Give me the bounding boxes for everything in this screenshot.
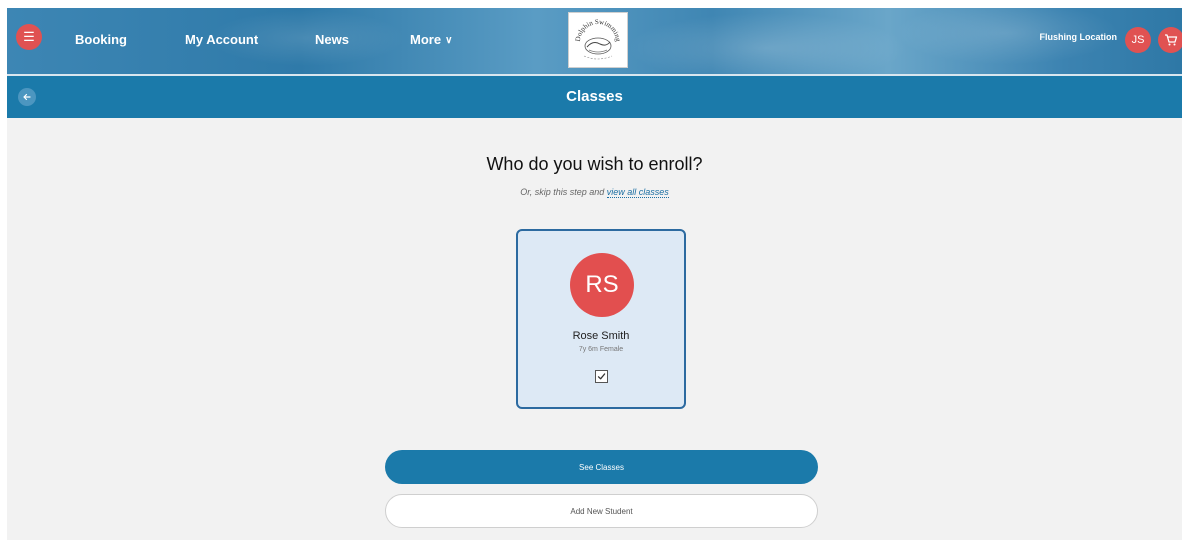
skip-text: Or, skip this step and view all classes <box>7 187 1182 198</box>
nav-news[interactable]: News <box>315 32 349 47</box>
cart-button[interactable] <box>1158 27 1182 53</box>
cart-icon <box>1165 34 1178 46</box>
student-avatar: RS <box>570 253 634 317</box>
top-navigation: ☰ Booking My Account News More ∨ Dolphin … <box>7 8 1182 74</box>
skip-prefix: Or, skip this step and <box>520 187 605 197</box>
page-title: Classes <box>566 88 623 105</box>
student-select-checkbox[interactable] <box>595 370 608 383</box>
nav-more-label: More <box>410 32 442 47</box>
nav-booking[interactable]: Booking <box>75 32 127 47</box>
nav-my-account[interactable]: My Account <box>185 32 258 47</box>
logo-text: Dolphin Swimming <box>574 18 622 43</box>
student-name: Rose Smith <box>572 330 630 342</box>
menu-button[interactable]: ☰ <box>16 24 42 50</box>
view-all-classes-link[interactable]: view all classes <box>606 187 669 198</box>
see-classes-button[interactable]: See Classes <box>385 450 818 484</box>
user-avatar[interactable]: JS <box>1125 27 1151 53</box>
add-new-student-button[interactable]: Add New Student <box>385 494 818 528</box>
nav-more[interactable]: More ∨ <box>410 32 452 47</box>
app-frame: ☰ Booking My Account News More ∨ Dolphin … <box>7 8 1182 540</box>
menu-icon: ☰ <box>23 29 35 44</box>
svg-text:Dolphin Swimming: Dolphin Swimming <box>574 18 622 43</box>
enroll-heading: Who do you wish to enroll? <box>486 154 703 174</box>
chevron-down-icon: ∨ <box>445 35 453 46</box>
student-card[interactable]: RS Rose Smith 7y 6m Female <box>516 229 686 409</box>
location-label[interactable]: Flushing Location <box>1040 32 1118 42</box>
site-logo[interactable]: Dolphin Swimming <box>568 12 628 68</box>
page-title-bar: Classes <box>7 76 1182 118</box>
check-icon <box>597 373 606 380</box>
logo-graphic: Dolphin Swimming <box>574 18 622 60</box>
student-details: 7y 6m Female <box>578 346 624 353</box>
